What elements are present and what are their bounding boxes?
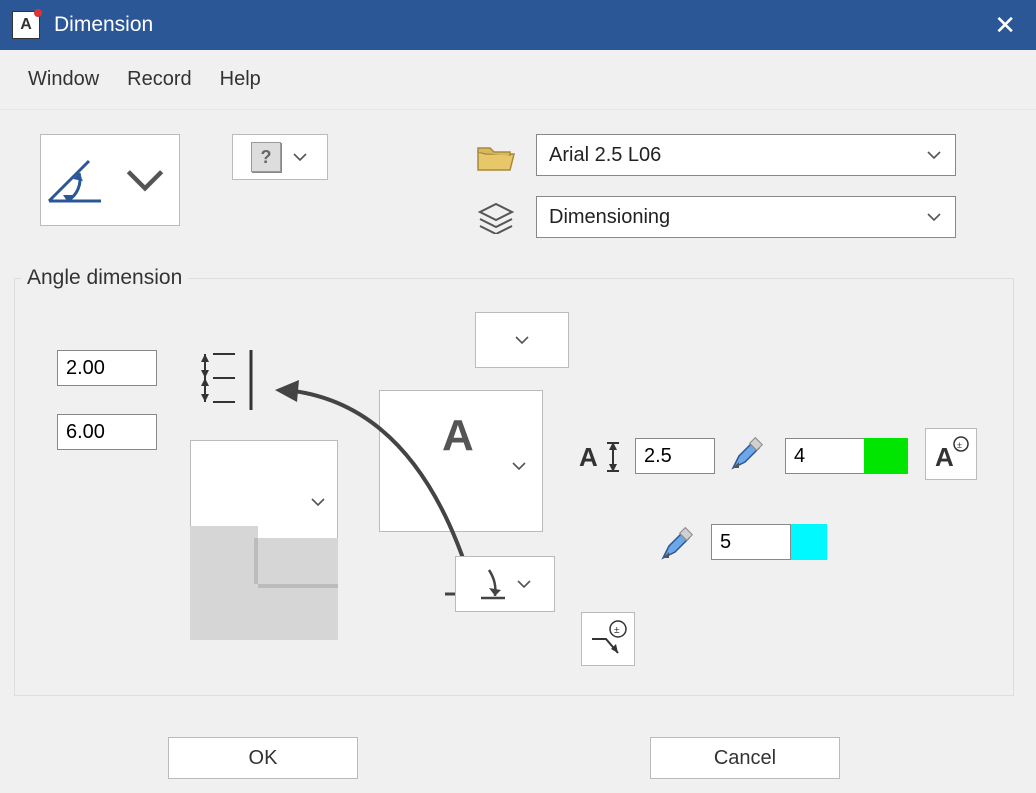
chevron-down-icon — [510, 457, 528, 475]
text-height-input[interactable]: 2.5 — [635, 438, 715, 474]
font-select[interactable]: Arial 2.5 L06 — [536, 134, 956, 176]
help-icon: ? — [251, 142, 281, 172]
letter-a-icon: A — [442, 411, 474, 461]
dimension-type-dropdown[interactable] — [40, 134, 180, 226]
chevron-down-icon — [291, 148, 309, 166]
folder-icon[interactable] — [476, 142, 516, 174]
tolerance-dropdown[interactable] — [475, 312, 569, 368]
chevron-down-icon — [925, 208, 943, 226]
leader-icon: ± — [588, 619, 628, 659]
extension-lines-icon — [195, 350, 275, 410]
ok-button[interactable]: OK — [168, 737, 358, 779]
text-tolerance-icon: A ± — [933, 436, 969, 472]
line-color-swatch[interactable] — [791, 524, 827, 560]
chevron-down-icon — [515, 575, 533, 593]
svg-text:±: ± — [957, 440, 962, 450]
close-icon[interactable]: ✕ — [986, 10, 1024, 41]
line-pen-width-input[interactable]: 5 — [711, 524, 791, 560]
layers-icon — [476, 202, 516, 234]
chevron-down-icon — [513, 331, 531, 349]
text-options-button[interactable]: A ± — [925, 428, 977, 480]
layer-select[interactable]: Dimensioning — [536, 196, 956, 238]
title-bar: A Dimension ✕ — [0, 0, 1036, 50]
extension-offset-input[interactable]: 6.00 — [57, 414, 157, 450]
angle-dimension-icon — [45, 155, 105, 205]
text-pen-width-input[interactable]: 4 — [785, 438, 865, 474]
menu-window[interactable]: Window — [28, 68, 99, 91]
text-placement-dropdown[interactable]: A — [379, 390, 543, 532]
svg-text:A: A — [935, 442, 954, 472]
menu-help[interactable]: Help — [220, 68, 261, 91]
reference-geometry-icon — [190, 538, 338, 640]
text-height-icon: A — [579, 440, 629, 474]
font-select-value: Arial 2.5 L06 — [549, 144, 661, 167]
help-dropdown[interactable]: ? — [232, 134, 328, 180]
cancel-button[interactable]: Cancel — [650, 737, 840, 779]
chevron-down-icon — [925, 146, 943, 164]
svg-text:A: A — [579, 442, 598, 472]
menu-bar: Window Record Help — [0, 50, 1036, 110]
window-title: Dimension — [54, 13, 153, 37]
layer-select-value: Dimensioning — [549, 206, 670, 229]
svg-text:±: ± — [614, 625, 620, 636]
chevron-down-icon — [115, 155, 175, 205]
app-icon: A — [12, 11, 40, 39]
leader-options-button[interactable]: ± — [581, 612, 635, 666]
menu-record[interactable]: Record — [127, 68, 191, 91]
arrowhead-icon — [477, 566, 507, 602]
pen-icon — [729, 436, 765, 472]
pen-icon — [659, 526, 695, 562]
text-color-swatch[interactable] — [864, 438, 908, 474]
chevron-down-icon — [309, 493, 327, 511]
dialog-content: ? Arial 2.5 L06 Dimensioning Angle dimen… — [0, 110, 1036, 793]
extension-over-input[interactable]: 2.00 — [57, 350, 157, 386]
angle-dimension-group: Angle dimension 2.00 6.00 A — [14, 266, 1014, 696]
arrowhead-dropdown[interactable] — [455, 556, 555, 612]
group-label: Angle dimension — [21, 266, 188, 290]
